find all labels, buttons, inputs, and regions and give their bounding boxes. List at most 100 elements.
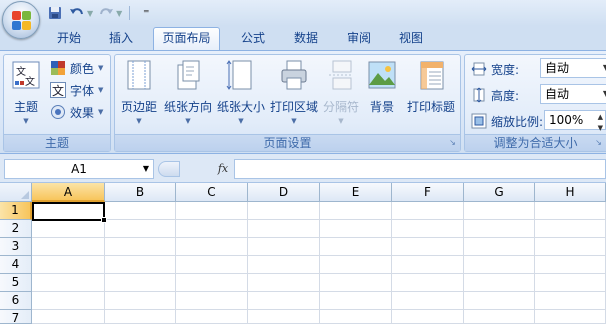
sheet-cell[interactable] [320,292,392,310]
sheet-cell[interactable] [535,256,606,274]
sheet-cell[interactable] [464,292,535,310]
row-header-6[interactable]: 6 [0,292,32,310]
sheet-cell[interactable] [105,310,176,324]
name-box[interactable]: A1 ▼ [4,159,154,179]
themes-button[interactable]: 文 文 主题 ▼ [8,59,44,125]
save-button[interactable] [46,4,64,22]
sheet-cell[interactable] [176,256,248,274]
sheet-cell[interactable] [320,310,392,324]
sheet-cell[interactable] [464,274,535,292]
select-all-button[interactable] [0,183,32,202]
row-header-4[interactable]: 4 [0,256,32,274]
tab-formulas[interactable]: 公式 [234,28,272,50]
sheet-cell[interactable] [176,238,248,256]
size-button[interactable]: 纸张大小 ▼ [216,59,266,125]
sheet-cell[interactable] [32,238,105,256]
sheet-cell[interactable] [176,292,248,310]
formula-input[interactable] [234,159,606,179]
customize-qat-button[interactable]: ⁼ [137,4,155,22]
sheet-cell[interactable] [176,274,248,292]
sheet-cell[interactable] [32,274,105,292]
sheet-cell[interactable] [320,256,392,274]
sheet-cell[interactable] [32,220,105,238]
sheet-cell[interactable] [105,292,176,310]
sheet-cell[interactable] [176,310,248,324]
sheet-cell[interactable] [105,238,176,256]
office-button[interactable] [2,1,40,39]
column-header-c[interactable]: C [176,183,248,202]
column-header-d[interactable]: D [248,183,320,202]
column-header-b[interactable]: B [105,183,176,202]
sheet-cell[interactable] [248,220,320,238]
undo-dropdown-icon[interactable]: ▼ [87,9,93,18]
tab-view[interactable]: 视图 [392,28,430,50]
orientation-button[interactable]: 纸张方向 ▼ [163,59,213,125]
scale-spinner[interactable]: 100% ▲ ▼ [544,110,606,132]
sheet-cell[interactable] [248,310,320,324]
print-titles-button[interactable]: 打印标题 [405,59,457,115]
active-cell-a1[interactable] [32,202,105,221]
sheet-cell[interactable] [535,292,606,310]
height-select[interactable]: 自动 ▼ [540,84,606,104]
sheet-cell[interactable] [105,256,176,274]
sheet-cell[interactable] [535,310,606,324]
sheet-cell[interactable] [392,292,464,310]
tab-review[interactable]: 审阅 [340,28,378,50]
sheet-cell[interactable] [464,256,535,274]
page-setup-launcher-icon[interactable]: ↘ [447,138,458,149]
row-header-7[interactable]: 7 [0,310,32,324]
sheet-cell[interactable] [320,220,392,238]
sheet-cell[interactable] [535,202,606,220]
sheet-cell[interactable] [392,310,464,324]
sheet-cell[interactable] [535,238,606,256]
sheet-cell[interactable] [535,274,606,292]
tab-insert[interactable]: 插入 [102,28,140,50]
sheet-cell[interactable] [32,310,105,324]
colors-button[interactable]: 颜色 ▼ [50,58,103,78]
undo-button[interactable] [68,4,86,22]
row-header-1[interactable]: 1 [0,202,32,220]
sheet-cell[interactable] [320,238,392,256]
tab-data[interactable]: 数据 [287,28,325,50]
width-select[interactable]: 自动 ▼ [540,58,606,78]
sheet-cell[interactable] [248,292,320,310]
sheet-cell[interactable] [392,274,464,292]
sheet-cell[interactable] [464,310,535,324]
row-header-2[interactable]: 2 [0,220,32,238]
redo-button[interactable] [97,4,115,22]
column-header-a[interactable]: A [32,183,105,202]
column-header-e[interactable]: E [320,183,392,202]
tab-page-layout[interactable]: 页面布局 [153,27,220,51]
fill-handle[interactable] [101,217,107,223]
sheet-cell[interactable] [105,202,176,220]
tab-home[interactable]: 开始 [50,28,88,50]
sheet-cell[interactable] [248,238,320,256]
sheet-cell[interactable] [464,238,535,256]
sheet-cell[interactable] [392,220,464,238]
background-button[interactable]: 背景 [365,59,399,115]
sheet-cell[interactable] [105,220,176,238]
sheet-cell[interactable] [176,220,248,238]
insert-function-button[interactable]: fx [212,161,234,177]
sheet-cell[interactable] [105,274,176,292]
row-header-5[interactable]: 5 [0,274,32,292]
sheet-cell[interactable] [320,202,392,220]
sheet-cell[interactable] [320,274,392,292]
effects-button[interactable]: 效果 ▼ [50,102,103,122]
column-header-f[interactable]: F [392,183,464,202]
row-header-3[interactable]: 3 [0,238,32,256]
sheet-cell[interactable] [248,202,320,220]
sheet-cell[interactable] [248,274,320,292]
breaks-button[interactable]: 分隔符 ▼ [321,59,361,125]
sheet-cell[interactable] [464,202,535,220]
sheet-cell[interactable] [464,220,535,238]
scale-launcher-icon[interactable]: ↘ [593,138,604,149]
sheet-cell[interactable] [535,220,606,238]
formula-bar-resize-handle[interactable] [158,161,180,177]
sheet-cell[interactable] [32,256,105,274]
redo-dropdown-icon[interactable]: ▼ [116,9,122,18]
fonts-button[interactable]: 文 字体 ▼ [50,80,103,100]
sheet-cell[interactable] [392,202,464,220]
sheet-cell[interactable] [176,202,248,220]
sheet-cell[interactable] [392,238,464,256]
